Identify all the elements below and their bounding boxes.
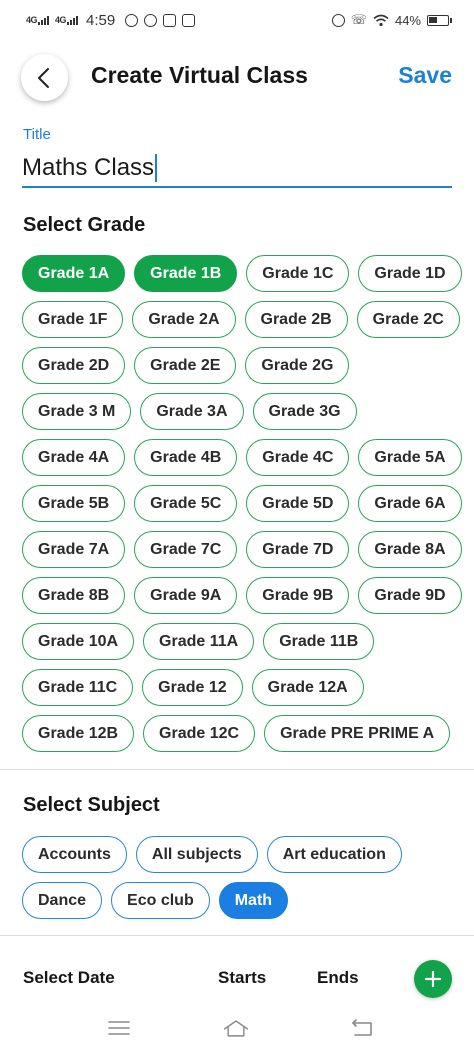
grade-chip-grade-4a[interactable]: Grade 4A xyxy=(22,439,126,476)
grade-chip-grade-12[interactable]: Grade 12 xyxy=(142,669,243,706)
nav-home-button[interactable] xyxy=(222,1016,250,1040)
status-right: ☏ 44% xyxy=(331,12,452,28)
gmail-icon xyxy=(163,13,177,27)
add-date-button[interactable] xyxy=(414,960,452,998)
grade-chip-grade-6a[interactable]: Grade 6A xyxy=(358,485,462,522)
status-time: 4:59 xyxy=(86,11,116,29)
grade-chip-grade-9d[interactable]: Grade 9D xyxy=(358,577,462,614)
date-row: Select Date Starts Ends xyxy=(0,958,474,998)
battery-icon xyxy=(427,14,452,26)
grade-chip-grade-2e[interactable]: Grade 2E xyxy=(134,347,237,384)
grade-chip-grade-4b[interactable]: Grade 4B xyxy=(134,439,238,476)
grade-chip-grade-3a[interactable]: Grade 3A xyxy=(140,393,244,430)
plus-icon xyxy=(424,970,442,988)
grade-chip-grade-2c[interactable]: Grade 2C xyxy=(356,301,460,338)
page-title: Create Virtual Class xyxy=(91,62,308,88)
grade-chip-grade-1d[interactable]: Grade 1D xyxy=(358,255,462,292)
subject-chip-eco-club[interactable]: Eco club xyxy=(111,882,210,919)
whatsapp-icon xyxy=(125,13,139,27)
subject-chip-dance[interactable]: Dance xyxy=(22,882,103,919)
signal-1-icon: 4G xyxy=(26,15,50,25)
grade-section-divider xyxy=(0,769,474,770)
title-label: Title xyxy=(23,126,51,143)
nav-menu-button[interactable] xyxy=(105,1016,133,1040)
title-input-value: Maths Class xyxy=(22,154,155,181)
telegram-icon xyxy=(144,13,158,27)
signal-2-icon: 4G xyxy=(55,15,79,25)
nav-back-button[interactable] xyxy=(348,1016,376,1040)
subject-chip-accounts[interactable]: Accounts xyxy=(22,836,127,873)
status-left: 4G 4G 4:59 xyxy=(26,11,196,29)
grade-chip-grade-12a[interactable]: Grade 12A xyxy=(251,669,364,706)
subject-chip-art-education[interactable]: Art education xyxy=(266,836,402,873)
grade-chip-grade-5a[interactable]: Grade 5A xyxy=(358,439,462,476)
call-icon: ☏ xyxy=(350,12,367,27)
grade-chip-grade-5c[interactable]: Grade 5C xyxy=(134,485,238,522)
text-cursor xyxy=(155,154,158,182)
grade-chip-grade-10a[interactable]: Grade 10A xyxy=(22,623,135,660)
subject-chip-all-subjects[interactable]: All subjects xyxy=(135,836,258,873)
title-input[interactable]: Maths Class xyxy=(22,150,452,188)
grade-chip-grade-8a[interactable]: Grade 8A xyxy=(358,531,462,568)
system-nav-bar xyxy=(0,1008,474,1053)
grade-chip-grade-11b[interactable]: Grade 11B xyxy=(263,623,375,660)
subject-chip-math[interactable]: Math xyxy=(218,882,289,919)
select-subject-heading: Select Subject xyxy=(23,794,160,816)
grade-chip-grade-11a[interactable]: Grade 11A xyxy=(143,623,255,660)
ends-label[interactable]: Ends xyxy=(317,968,359,988)
grade-chip-grade-7a[interactable]: Grade 7A xyxy=(22,531,126,568)
starts-label[interactable]: Starts xyxy=(218,968,266,988)
subject-chip-list: Accounts All subjects Art education Dance Ec… xyxy=(22,836,462,919)
grade-chip-grade-2d[interactable]: Grade 2D xyxy=(22,347,126,384)
grade-chip-grade-1a[interactable]: Grade 1A xyxy=(22,255,126,292)
app-bar: Create Virtual Class Save xyxy=(0,48,474,106)
chevron-left-icon xyxy=(37,67,49,88)
grade-chip-grade-3-m[interactable]: Grade 3 M xyxy=(22,393,132,430)
grade-chip-grade-2b[interactable]: Grade 2B xyxy=(244,301,348,338)
grade-chip-grade-8b[interactable]: Grade 8B xyxy=(22,577,126,614)
select-date-label: Select Date xyxy=(23,968,115,987)
wifi-icon xyxy=(373,14,389,26)
grade-chip-grade-12b[interactable]: Grade 12B xyxy=(22,715,135,752)
alarm-icon xyxy=(331,13,345,27)
status-bar: 4G 4G 4:59 ☏ 44% xyxy=(0,0,474,40)
subject-section-divider xyxy=(0,935,474,936)
grade-chip-grade-12c[interactable]: Grade 12C xyxy=(143,715,256,752)
save-button[interactable]: Save xyxy=(398,62,452,89)
grade-chip-grade-2g[interactable]: Grade 2G xyxy=(245,347,350,384)
menu-icon xyxy=(108,1021,130,1035)
grade-chip-grade-7d[interactable]: Grade 7D xyxy=(246,531,350,568)
grade-chip-list: Grade 1A Grade 1B Grade 1C Grade 1D Grade 1F… xyxy=(22,255,462,752)
grade-chip-grade-pre-prime-a[interactable]: Grade PRE PRIME A xyxy=(264,715,451,752)
grade-chip-grade-11c[interactable]: Grade 11C xyxy=(22,669,134,706)
notification-icon xyxy=(182,13,196,27)
grade-chip-grade-5d[interactable]: Grade 5D xyxy=(246,485,350,522)
grade-chip-grade-7c[interactable]: Grade 7C xyxy=(134,531,238,568)
grade-chip-grade-9a[interactable]: Grade 9A xyxy=(134,577,238,614)
grade-chip-grade-1f[interactable]: Grade 1F xyxy=(22,301,124,338)
grade-chip-grade-4c[interactable]: Grade 4C xyxy=(246,439,350,476)
back-arrow-icon xyxy=(352,1019,372,1036)
home-icon xyxy=(223,1020,249,1037)
grade-chip-grade-1b[interactable]: Grade 1B xyxy=(134,255,238,292)
grade-chip-grade-9b[interactable]: Grade 9B xyxy=(246,577,350,614)
grade-chip-grade-5b[interactable]: Grade 5B xyxy=(22,485,126,522)
select-grade-heading: Select Grade xyxy=(23,214,146,236)
back-button[interactable] xyxy=(21,54,68,101)
battery-percent: 44% xyxy=(394,12,421,28)
grade-chip-grade-3g[interactable]: Grade 3G xyxy=(252,393,357,430)
grade-chip-grade-1c[interactable]: Grade 1C xyxy=(246,255,350,292)
grade-chip-grade-2a[interactable]: Grade 2A xyxy=(132,301,236,338)
